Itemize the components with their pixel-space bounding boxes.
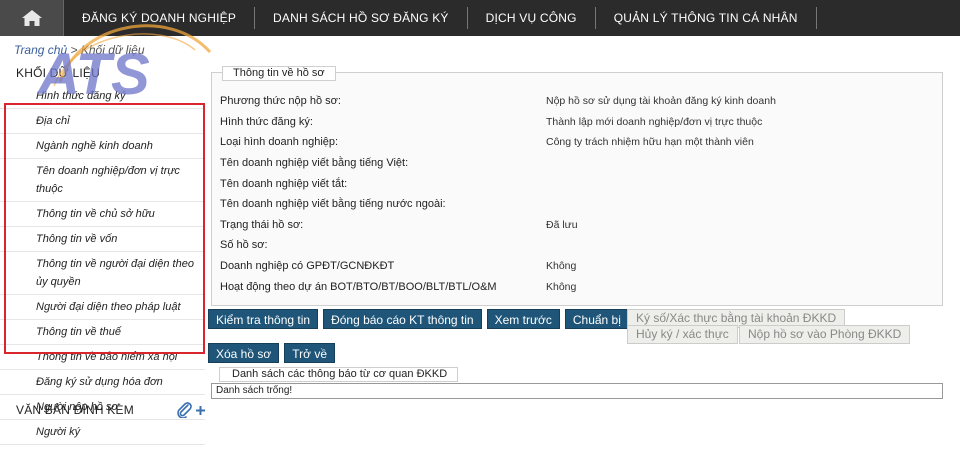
info-label: Phương thức nộp hồ sơ: — [220, 95, 341, 108]
prepare-button[interactable]: Chuẩn bị — [564, 309, 629, 329]
info-label: Loại hình doanh nghiệp: — [220, 136, 339, 149]
delete-profile-button[interactable]: Xóa hồ sơ — [208, 343, 280, 363]
sidebar-item-registration-form[interactable]: Hình thức đăng ký — [0, 84, 205, 109]
info-value: Không — [546, 260, 577, 273]
info-label: Số hồ sơ: — [220, 239, 268, 252]
breadcrumb-current: Khối dữ liệu — [80, 43, 145, 57]
back-button[interactable]: Trở về — [284, 343, 336, 363]
info-label: Trạng thái hồ sơ: — [220, 218, 304, 231]
close-report-button[interactable]: Đóng báo cáo KT thông tin — [323, 309, 482, 329]
info-row: Tên doanh nghiệp viết tắt: — [220, 173, 934, 194]
info-row: Tên doanh nghiệp viết bằng tiếng Việt: — [220, 153, 934, 174]
breadcrumb: Trang chủ > Khối dữ liệu — [14, 43, 145, 57]
info-label: Hoạt động theo dự án BOT/BTO/BT/BOO/BLT/… — [220, 280, 497, 293]
sidebar-item-owner-info[interactable]: Thông tin về chủ sở hữu — [0, 202, 205, 227]
info-value: Nộp hồ sơ sử dụng tài khoản đăng ký kinh… — [546, 95, 776, 108]
sidebar-item-business-lines[interactable]: Ngành nghề kinh doanh — [0, 134, 205, 159]
info-row: Hoạt động theo dự án BOT/BTO/BT/BOO/BLT/… — [220, 276, 934, 297]
info-label: Doanh nghiệp có GPĐT/GCNĐKĐT — [220, 260, 395, 273]
info-row: Doanh nghiệp có GPĐT/GCNĐKĐT Không — [220, 256, 934, 277]
info-value: Không — [546, 280, 577, 293]
paperclip-icon — [177, 402, 192, 418]
sidebar-item-authorized-representative[interactable]: Thông tin về người đại diện theo ủy quyề… — [0, 252, 205, 295]
breadcrumb-home-link[interactable]: Trang chủ — [14, 43, 67, 57]
notices-list: Danh sách trống! — [211, 383, 943, 399]
profile-info-legend: Thông tin về hồ sơ — [222, 66, 336, 81]
nav-registration-list[interactable]: DANH SÁCH HỒ SƠ ĐĂNG KÝ — [255, 7, 468, 29]
home-button[interactable] — [0, 0, 64, 36]
nav-business-registration[interactable]: ĐĂNG KÝ DOANH NGHIỆP — [64, 7, 256, 29]
sidebar-item-capital-info[interactable]: Thông tin về vốn — [0, 227, 205, 252]
notices-fieldset: Danh sách các thông báo từ cơ quan ĐKKD … — [211, 367, 943, 399]
info-label: Tên doanh nghiệp viết bằng tiếng Việt: — [220, 157, 409, 170]
profile-info-fieldset: Thông tin về hồ sơ Phương thức nộp hồ sơ… — [211, 66, 943, 306]
info-row: Trạng thái hồ sơ: Đã lưu — [220, 215, 934, 236]
info-row: Phương thức nộp hồ sơ: Nộp hồ sơ sử dụng… — [220, 91, 934, 112]
nav-personal-info[interactable]: QUẢN LÝ THÔNG TIN CÁ NHÂN — [596, 7, 817, 29]
sidebar: KHỐI DỮ LIỆU Hình thức đăng ký Địa chỉ N… — [0, 62, 205, 445]
info-label: Hình thức đăng ký: — [220, 115, 313, 128]
attachments-section: VĂN BẢN ĐÍNH KÈM — [16, 402, 206, 418]
paperclip-add-icon[interactable] — [176, 402, 206, 418]
sidebar-item-signer[interactable]: Người ký — [0, 420, 205, 445]
action-buttons-row: Kiểm tra thông tin Đóng báo cáo KT thông… — [208, 309, 629, 329]
home-icon — [21, 10, 42, 26]
sidebar-item-address[interactable]: Địa chỉ — [0, 109, 205, 134]
notices-legend: Danh sách các thông báo từ cơ quan ĐKKD — [219, 367, 459, 382]
info-value: Đã lưu — [546, 218, 578, 231]
sidebar-item-invoice-registration[interactable]: Đăng ký sử dụng hóa đơn — [0, 370, 205, 395]
info-value: Công ty trách nhiệm hữu hạn một thành vi… — [546, 136, 754, 149]
sidebar-title: KHỐI DỮ LIỆU — [16, 66, 100, 80]
top-navigation: ĐĂNG KÝ DOANH NGHIỆP DANH SÁCH HỒ SƠ ĐĂN… — [0, 0, 960, 36]
cancel-sign-button[interactable]: Hủy ký / xác thực — [627, 325, 738, 344]
sidebar-item-legal-representative[interactable]: Người đại diện theo pháp luật — [0, 295, 205, 320]
sidebar-item-tax-info[interactable]: Thông tin về thuế — [0, 320, 205, 345]
submit-to-office-button[interactable]: Nộp hồ sơ vào Phòng ĐKKD — [739, 325, 911, 344]
info-row: Số hồ sơ: — [220, 235, 934, 256]
check-info-button[interactable]: Kiểm tra thông tin — [208, 309, 319, 329]
info-label: Tên doanh nghiệp viết bằng tiếng nước ng… — [220, 198, 446, 211]
plus-icon — [196, 405, 205, 415]
sidebar-item-company-name[interactable]: Tên doanh nghiệp/đơn vị trực thuộc — [0, 159, 205, 202]
info-row: Hình thức đăng ký: Thành lập mới doanh n… — [220, 112, 934, 133]
secondary-buttons-row: Xóa hồ sơ Trở về — [208, 343, 336, 363]
nav-public-services[interactable]: DỊCH VỤ CÔNG — [468, 7, 596, 29]
sidebar-item-social-insurance[interactable]: Thông tin về bảo hiểm xã hội — [0, 345, 205, 370]
info-label: Tên doanh nghiệp viết tắt: — [220, 177, 348, 190]
sidebar-list: Hình thức đăng ký Địa chỉ Ngành nghề kin… — [0, 84, 205, 445]
main-content: Thông tin về hồ sơ Phương thức nộp hồ sơ… — [211, 66, 943, 306]
info-row: Loại hình doanh nghiệp: Công ty trách nh… — [220, 132, 934, 153]
preview-button[interactable]: Xem trước — [486, 309, 560, 329]
info-row: Tên doanh nghiệp viết bằng tiếng nước ng… — [220, 194, 934, 215]
breadcrumb-separator: > — [70, 43, 78, 57]
attachments-label: VĂN BẢN ĐÍNH KÈM — [16, 403, 134, 417]
info-value: Thành lập mới doanh nghiệp/đơn vị trực t… — [546, 115, 763, 128]
